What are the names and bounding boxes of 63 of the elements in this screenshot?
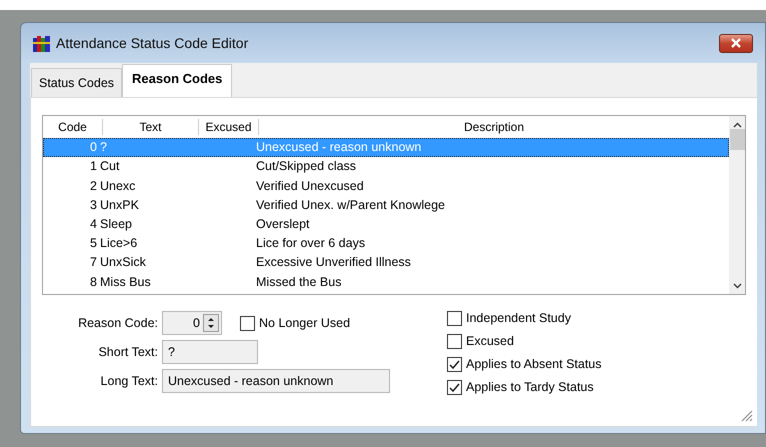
table-cell: Cut [100, 159, 120, 174]
checkbox[interactable] [447, 311, 462, 326]
field-label: Long Text: [100, 372, 159, 390]
scrollbar[interactable] [729, 116, 745, 294]
table-cell: 7 [90, 255, 97, 270]
table-row[interactable]: 4 Sleep Overslept [43, 214, 729, 234]
text-field[interactable]: Unexcused - reason unknown [162, 369, 390, 393]
resize-grip-icon[interactable] [741, 410, 753, 422]
table-cell: Lice for over 6 days [256, 236, 366, 250]
text-field[interactable]: ? [162, 340, 258, 364]
table-cell: Missed the Bus [256, 274, 342, 289]
checkbox[interactable] [447, 334, 462, 349]
close-icon [730, 38, 742, 48]
table-cell: Unexc [100, 178, 136, 193]
close-button[interactable] [719, 34, 753, 52]
table-cell: Cut/Skipped class [256, 159, 356, 174]
table-cell: UnxPK [100, 198, 139, 212]
table-cell: Excessive Unverified Illness [256, 255, 411, 270]
table-row[interactable]: 5 Lice>6 Lice for over 6 days [43, 234, 729, 254]
table-row[interactable]: 1 Cut Cut/Skipped class [43, 157, 729, 176]
table-cell: 2 [90, 178, 97, 193]
table-cell: ? [100, 140, 107, 154]
table-cell: Unexcused - reason unknown [256, 140, 422, 154]
table-cell: 4 [90, 216, 97, 231]
checkbox-label: Applies to Absent Status [466, 356, 602, 374]
checkbox-label: Independent Study [466, 310, 571, 328]
table-row[interactable]: 3 UnxPK Verified Unex. w/Parent Knowlege [43, 196, 729, 215]
table-cell: Sleep [100, 216, 132, 231]
table-cell: Verified Unex. w/Parent Knowlege [256, 198, 445, 212]
books-icon [32, 33, 52, 53]
table-row[interactable]: 2 Unexc Verified Unexcused [43, 176, 729, 196]
checkbox-label: Excused [466, 333, 514, 350]
table-cell: Overslept [256, 216, 310, 231]
column-header[interactable]: Text [103, 119, 199, 135]
table-cell: Verified Unexcused [256, 178, 364, 193]
scroll-thumb[interactable] [730, 129, 744, 150]
table-cell: 8 [90, 274, 97, 289]
scroll-up-icon[interactable] [732, 122, 742, 128]
table-cell: 3 [90, 198, 97, 212]
table-cell: 1 [90, 159, 97, 174]
table-cell: 0 [90, 140, 97, 154]
checkbox-label: Applies to Tardy Status [466, 379, 594, 396]
field-label: Reason Code: [77, 314, 159, 332]
spin-arrows-icon[interactable] [203, 314, 219, 332]
table-cell: 5 [90, 236, 97, 250]
checkbox[interactable] [447, 380, 462, 395]
field-label: Short Text: [97, 344, 159, 361]
scroll-down-icon[interactable] [732, 283, 742, 289]
column-header[interactable]: Description [259, 119, 729, 135]
table-cell: UnxSick [100, 255, 146, 270]
table-row[interactable]: 8 Miss Bus Missed the Bus [43, 272, 729, 292]
table-cell: Lice>6 [100, 236, 138, 250]
window-title: Attendance Status Code Editor [56, 34, 248, 52]
tab[interactable]: Status Codes [31, 68, 122, 97]
column-header[interactable]: Excused [199, 119, 259, 135]
checkbox[interactable] [240, 316, 255, 330]
tab[interactable]: Reason Codes [122, 64, 232, 97]
checkbox-label: No Longer Used [259, 314, 350, 332]
table-cell: Miss Bus [100, 274, 151, 289]
number-spinner[interactable]: 0 [162, 311, 222, 335]
checkbox[interactable] [447, 357, 462, 372]
table-row[interactable]: 7 UnxSick Excessive Unverified Illness [43, 253, 729, 272]
column-header[interactable]: Code [43, 119, 103, 135]
